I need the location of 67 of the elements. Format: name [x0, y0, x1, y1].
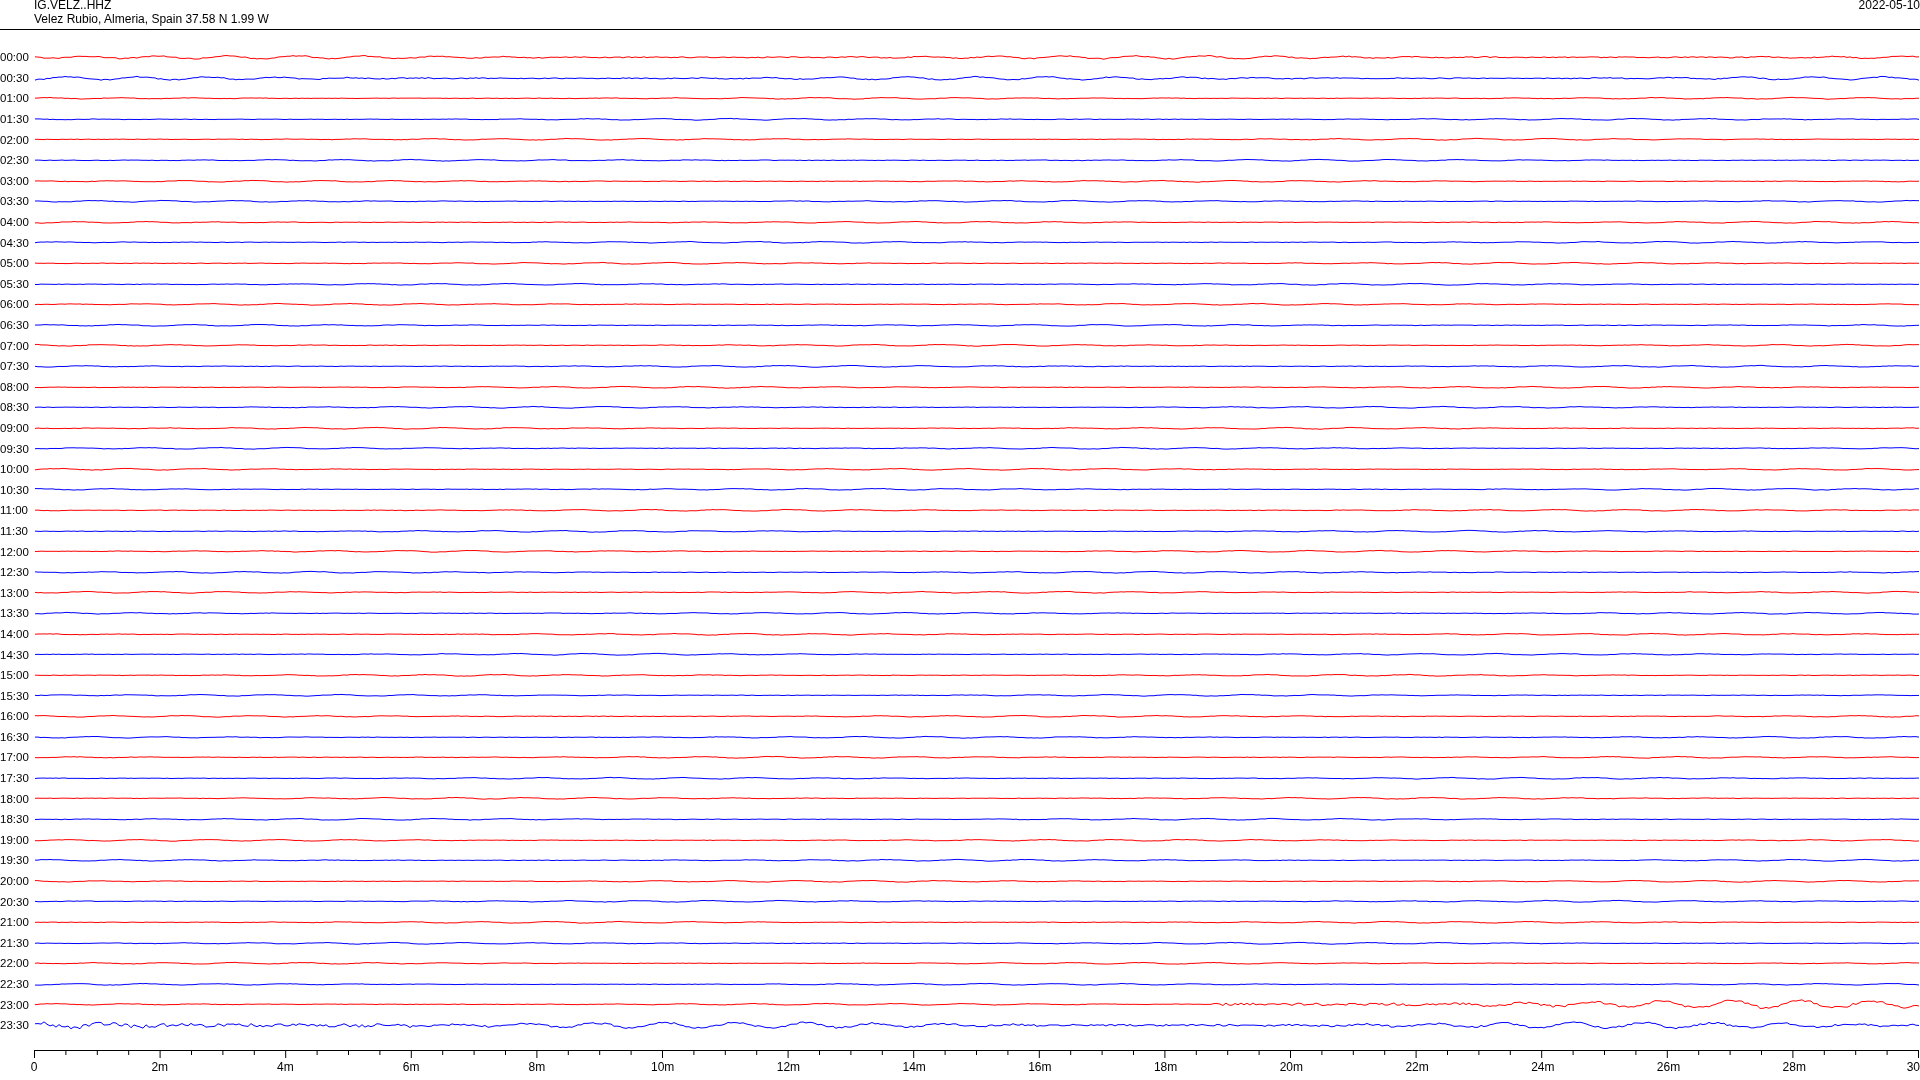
time-label: 03:00 [0, 174, 30, 187]
time-label: 02:00 [0, 133, 30, 146]
time-label: 07:30 [0, 360, 30, 373]
time-label: 22:00 [0, 957, 30, 970]
time-label: 23:00 [0, 998, 30, 1011]
time-label: 20:30 [0, 895, 30, 908]
time-label: 19:30 [0, 854, 30, 867]
time-label: 16:30 [0, 730, 30, 743]
tick-label: 14m [902, 1059, 926, 1074]
time-label: 20:00 [0, 875, 30, 888]
tick-label: 30 [1906, 1059, 1920, 1074]
time-label: 00:30 [0, 71, 30, 84]
time-label: 10:30 [0, 483, 30, 496]
time-label: 12:00 [0, 545, 30, 558]
date-label: 2022-05-10 [1858, 0, 1920, 12]
time-label: 00:00 [0, 51, 30, 64]
time-label: 11:30 [0, 524, 29, 537]
time-label: 21:30 [0, 936, 30, 949]
time-label: 14:30 [0, 648, 30, 661]
tick-label: 8m [528, 1059, 546, 1074]
time-label: 03:30 [0, 195, 30, 208]
station-location: Velez Rubio, Almeria, Spain 37.58 N 1.99 W [34, 12, 269, 26]
time-label: 18:00 [0, 792, 30, 805]
time-label: 09:30 [0, 442, 30, 455]
time-label: 13:30 [0, 607, 30, 620]
tick-label: 16m [1028, 1059, 1052, 1074]
time-label: 19:00 [0, 833, 30, 846]
time-label: 22:30 [0, 978, 30, 990]
tick-label: 2m [151, 1059, 169, 1074]
time-label: 01:30 [0, 113, 30, 126]
time-label: 17:00 [0, 751, 30, 764]
tick-label: 0 [30, 1059, 38, 1074]
time-label: 08:30 [0, 401, 30, 414]
time-label: 06:30 [0, 319, 30, 331]
time-label: 04:00 [0, 216, 30, 229]
tick-label: 22m [1405, 1059, 1429, 1074]
time-label: 05:30 [0, 277, 30, 290]
time-label: 11:00 [0, 504, 29, 517]
time-label: 01:00 [0, 92, 30, 105]
time-label: 05:00 [0, 257, 30, 270]
time-label: 02:30 [0, 154, 30, 167]
tick-label: 10m [651, 1059, 675, 1074]
time-label: 09:00 [0, 422, 30, 434]
tick-label: 20m [1279, 1059, 1303, 1074]
time-label: 17:30 [0, 772, 30, 785]
tick-label: 24m [1531, 1059, 1555, 1074]
time-label: 12:30 [0, 566, 30, 579]
tick-label: 28m [1782, 1059, 1806, 1074]
time-label: 14:00 [0, 627, 30, 640]
tick-label: 4m [277, 1059, 294, 1074]
time-label: 08:00 [0, 380, 30, 393]
time-label: 21:00 [0, 916, 30, 929]
time-label: 10:00 [0, 463, 30, 476]
time-label: 04:30 [0, 236, 30, 249]
time-label: 06:00 [0, 298, 30, 311]
time-label: 23:30 [0, 1019, 30, 1032]
time-label: 16:00 [0, 710, 30, 723]
time-label: 07:00 [0, 339, 30, 352]
time-label: 15:00 [0, 669, 30, 682]
tick-label: 12m [776, 1059, 801, 1074]
time-label: 15:30 [0, 689, 30, 702]
time-label: 18:30 [0, 813, 30, 826]
station-code: IG.VELZ..HHZ [34, 0, 113, 12]
tick-label: 6m [402, 1059, 420, 1074]
tick-label: 18m [1153, 1059, 1178, 1074]
time-label: 13:00 [0, 586, 30, 599]
tick-label: 26m [1656, 1059, 1681, 1074]
